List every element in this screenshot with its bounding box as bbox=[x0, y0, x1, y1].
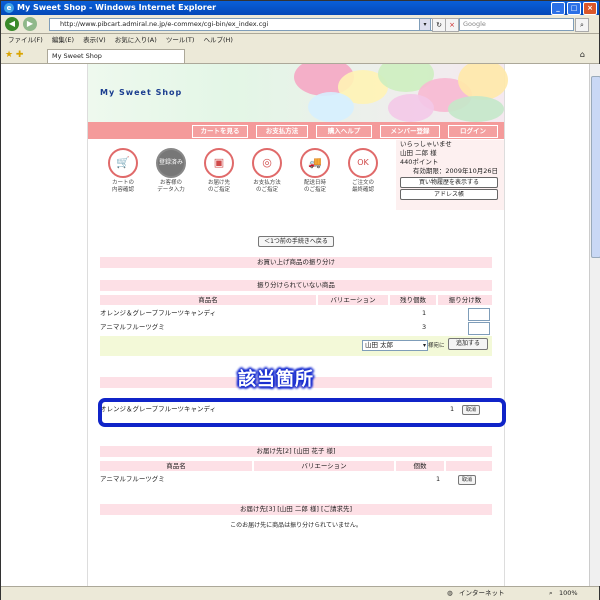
zone-label: インターネット bbox=[459, 589, 505, 597]
refresh-icon[interactable]: ↻ bbox=[432, 18, 446, 32]
recipient-suffix: 様宛に bbox=[428, 343, 445, 349]
nav-payment[interactable]: お支払方法 bbox=[256, 125, 308, 138]
box-icon: ▣ bbox=[204, 148, 234, 178]
address-toolbar: ◀ ▶ http://www.pibcart.admiral.ne.jp/e-c… bbox=[1, 15, 599, 34]
tab-my-sweet-shop[interactable]: My Sweet Shop bbox=[47, 49, 185, 63]
add-button[interactable]: 追加する bbox=[448, 338, 488, 350]
candy-image bbox=[388, 94, 434, 122]
cart-icon: 🛒 bbox=[108, 148, 138, 178]
address-dropdown-icon[interactable]: ▾ bbox=[419, 18, 431, 31]
shop-header: My Sweet Shop bbox=[88, 64, 508, 122]
step-payment: ◎ お支払方法 のご指定 bbox=[246, 148, 288, 194]
status-bar: ◍ インターネット ⌕ 100% bbox=[1, 586, 599, 600]
user-name: 山田 二郎 様 bbox=[400, 149, 437, 157]
nav-register[interactable]: メンバー登録 bbox=[380, 125, 440, 138]
shop-nav: カートを見る お支払方法 購入ヘルプ メンバー登録 ログイン bbox=[88, 122, 504, 139]
title-bar: e My Sweet Shop - Windows Internet Explo… bbox=[1, 1, 599, 15]
tab-bar: ★ ✚ My Sweet Shop ⌂ bbox=[1, 47, 599, 64]
address-book-button[interactable]: アドレス帳 bbox=[400, 189, 498, 200]
delivery3-title: お届け先[3] [山田 二郎 様] [ご請求先] bbox=[100, 504, 492, 515]
candy-image bbox=[448, 96, 504, 122]
browser-window: e My Sweet Shop - Windows Internet Explo… bbox=[0, 0, 600, 600]
address-input[interactable]: http://www.pibcart.admiral.ne.jp/e-comme… bbox=[49, 18, 433, 31]
table-row: アニマルフルーツグミ 1 bbox=[100, 475, 441, 483]
truck-icon: 🚚 bbox=[300, 148, 330, 178]
recipient-select[interactable]: 山田 太郎 bbox=[362, 340, 428, 351]
candy-image bbox=[308, 92, 354, 122]
step-confirm: OK ご注文の 最終確認 bbox=[342, 148, 384, 194]
minimize-button[interactable]: _ bbox=[551, 2, 565, 15]
highlight-frame bbox=[98, 398, 506, 427]
step-cart: 🛒 カートの 内容確認 bbox=[102, 148, 144, 194]
purchase-history-button[interactable]: 買い物履歴を表示する bbox=[400, 177, 498, 188]
vertical-scrollbar[interactable] bbox=[589, 64, 600, 586]
section-title: お買い上げ商品の振り分け bbox=[100, 257, 492, 268]
stop-icon[interactable]: × bbox=[445, 18, 459, 32]
window-title: My Sweet Shop - Windows Internet Explore… bbox=[17, 3, 217, 12]
maximize-button[interactable]: □ bbox=[567, 2, 581, 15]
scroll-thumb[interactable] bbox=[591, 76, 600, 258]
user-greeting: いらっしゃいませ bbox=[400, 140, 452, 148]
zoom-icon: ⌕ bbox=[549, 589, 553, 597]
globe-icon: ◍ bbox=[447, 589, 453, 597]
user-points: 440ポイント bbox=[400, 158, 439, 166]
favorites-star-icon[interactable]: ★ ✚ bbox=[5, 50, 23, 60]
unassigned-title: 振り分けられていない商品 bbox=[100, 280, 492, 291]
table-row: オレンジ＆グレープフルーツキャンディ 1 bbox=[100, 309, 427, 317]
close-button[interactable]: × bbox=[583, 2, 597, 15]
page-viewport: My Sweet Shop カートを見る お支払方法 購入ヘルプ メンバー登録 … bbox=[1, 64, 589, 586]
user-info-box: いらっしゃいませ 山田 二郎 様 440ポイント 有効期限：2009年10月26… bbox=[396, 140, 504, 210]
nav-help[interactable]: 購入ヘルプ bbox=[316, 125, 372, 138]
search-icon[interactable]: ⌕ bbox=[575, 18, 589, 32]
delivery2-title: お届け先[2] [山田 花子 様] bbox=[100, 446, 492, 457]
home-icon[interactable]: ⌂ bbox=[580, 50, 585, 59]
menu-tools[interactable]: ツール(T) bbox=[166, 36, 195, 44]
quantity-input[interactable] bbox=[468, 308, 490, 321]
unassigned-table-header: 商品名 バリエーション 残り個数 振り分け数 bbox=[100, 295, 492, 305]
quantity-input[interactable] bbox=[468, 322, 490, 335]
step-customer-data: 登録済み お客様の データ入力 bbox=[150, 148, 192, 194]
shop-page: My Sweet Shop カートを見る お支払方法 購入ヘルプ メンバー登録 … bbox=[87, 64, 508, 586]
nav-login[interactable]: ログイン bbox=[448, 125, 498, 138]
menu-file[interactable]: ファイル(F) bbox=[8, 36, 43, 44]
points-expiry: 有効期限：2009年10月26日 bbox=[412, 167, 498, 175]
menu-edit[interactable]: 編集(E) bbox=[52, 36, 74, 44]
forward-arrow-icon[interactable]: ▶ bbox=[23, 17, 37, 31]
ok-icon: OK bbox=[348, 148, 378, 178]
callout-label: 該当箇所 bbox=[238, 369, 314, 390]
menu-bar: ファイル(F) 編集(E) 表示(V) お気に入り(A) ツール(T) ヘルプ(… bbox=[1, 34, 599, 46]
menu-view[interactable]: 表示(V) bbox=[83, 36, 106, 44]
assign-row: 山田 太郎 様宛に 追加する bbox=[100, 336, 492, 356]
menu-help[interactable]: ヘルプ(H) bbox=[204, 36, 233, 44]
zoom-level[interactable]: 100% bbox=[559, 587, 578, 600]
delivery2-table-header: 商品名 バリエーション 個数 bbox=[100, 461, 492, 471]
table-row: アニマルフルーツグミ 3 bbox=[100, 323, 427, 331]
step-schedule: 🚚 配送日時 のご指定 bbox=[294, 148, 336, 194]
shop-logo[interactable]: My Sweet Shop bbox=[100, 88, 182, 97]
nav-view-cart[interactable]: カートを見る bbox=[192, 125, 248, 138]
ie-logo-icon: e bbox=[4, 3, 14, 13]
registered-icon: 登録済み bbox=[156, 148, 186, 178]
ring-icon: ◎ bbox=[252, 148, 282, 178]
back-step-button[interactable]: ＜1つ前の手続きへ戻る bbox=[258, 236, 334, 247]
candy-image bbox=[458, 64, 508, 100]
step-delivery: ▣ お届け先 のご指定 bbox=[198, 148, 240, 194]
back-arrow-icon[interactable]: ◀ bbox=[5, 17, 19, 31]
delivery3-note: このお届け先に商品は振り分けられていません。 bbox=[230, 522, 362, 529]
search-input[interactable]: Google bbox=[459, 18, 574, 31]
menu-favorites[interactable]: お気に入り(A) bbox=[115, 36, 157, 44]
cancel-button[interactable]: 取消 bbox=[458, 475, 476, 485]
checkout-steps: 🛒 カートの 内容確認 登録済み お客様の データ入力 ▣ お届け先 のご指定 ◎ お… bbox=[88, 140, 394, 210]
